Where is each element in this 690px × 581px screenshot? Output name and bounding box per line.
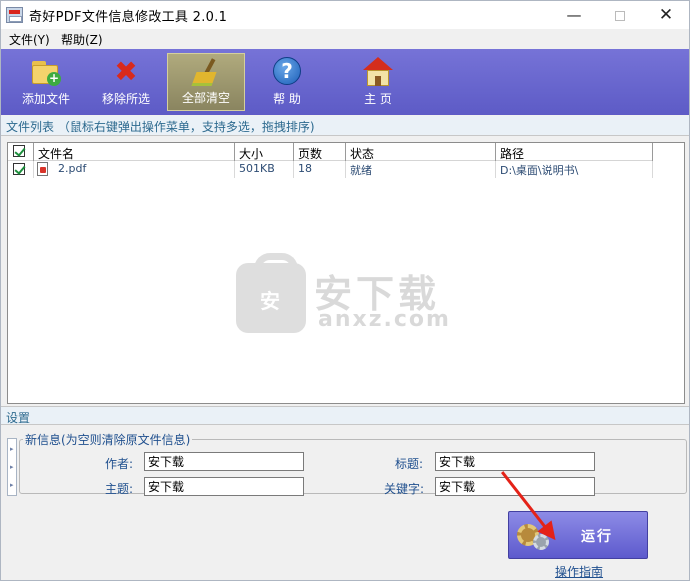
- home-icon: [362, 57, 394, 87]
- row-status: 就绪: [346, 161, 496, 178]
- column-status[interactable]: 状态: [346, 143, 496, 161]
- file-list-header: 文件列表 （鼠标右键弹出操作菜单，支持多选，拖拽排序): [1, 116, 689, 136]
- column-size[interactable]: 大小: [235, 143, 294, 161]
- new-info-group-title: 新信息(为空则清除原文件信息): [23, 431, 193, 448]
- app-logo-icon: [6, 7, 23, 23]
- close-button[interactable]: ✕: [643, 1, 689, 29]
- broom-icon: [190, 58, 222, 88]
- minimize-button[interactable]: —: [551, 1, 597, 29]
- clear-all-button[interactable]: 全部清空: [167, 53, 245, 111]
- column-path[interactable]: 路径: [496, 143, 653, 161]
- watermark-subtext: anxz.com: [318, 307, 451, 332]
- clear-all-label: 全部清空: [181, 91, 230, 105]
- row-size: 501KB: [235, 161, 294, 178]
- select-all-column[interactable]: [8, 143, 34, 161]
- folder-add-icon: +: [30, 57, 62, 87]
- column-pages[interactable]: 页数: [294, 143, 346, 161]
- app-window: 奇好PDF文件信息修改工具 2.0.1 — ✕ 文件(Y) 帮助(Z) + 添加…: [0, 0, 690, 581]
- menu-file[interactable]: 文件(Y): [9, 31, 50, 48]
- help-label: 帮 助: [273, 92, 301, 106]
- home-label: 主 页: [364, 92, 392, 106]
- maximize-icon: [615, 10, 625, 21]
- add-file-button[interactable]: + 添加文件: [7, 53, 85, 111]
- watermark-bag-icon: 安: [236, 253, 306, 333]
- watermark: 安 安下载 anxz.com: [236, 253, 456, 333]
- home-button[interactable]: 主 页: [339, 53, 417, 111]
- table-row[interactable]: 2.pdf 501KB 18 就绪 D:\桌面\说明书\: [8, 161, 653, 178]
- pdf-file-icon: [37, 162, 48, 176]
- select-all-checkbox[interactable]: [13, 145, 25, 157]
- file-list-columns: 文件名 大小 页数 状态 路径: [8, 143, 653, 161]
- remove-selected-button[interactable]: ✖ 移除所选: [87, 53, 165, 111]
- row-pages: 18: [294, 161, 346, 178]
- row-path: D:\桌面\说明书\: [496, 161, 653, 178]
- row-filename: 2.pdf: [58, 162, 87, 175]
- toolbar: + 添加文件 ✖ 移除所选 全部清空 ? 帮 助 主 页: [1, 49, 689, 115]
- help-icon: ?: [273, 57, 301, 85]
- subject-label: 主题:: [105, 482, 134, 496]
- settings-header: 设置: [1, 406, 689, 425]
- menu-bar: 文件(Y) 帮助(Z): [1, 29, 689, 49]
- column-filename[interactable]: 文件名: [34, 143, 235, 161]
- expand-icon: ▸: [10, 445, 14, 453]
- menu-help[interactable]: 帮助(Z): [61, 31, 103, 48]
- remove-selected-label: 移除所选: [101, 92, 150, 106]
- title-input[interactable]: [435, 452, 595, 471]
- author-label: 作者:: [105, 457, 134, 471]
- add-file-label: 添加文件: [21, 92, 70, 106]
- run-label: 运行: [581, 529, 613, 545]
- subject-input[interactable]: [144, 477, 304, 496]
- close-icon: ✕: [658, 5, 674, 25]
- remove-x-icon: ✖: [114, 55, 138, 88]
- keywords-label: 关键字:: [384, 482, 425, 496]
- author-input[interactable]: [144, 452, 304, 471]
- minimize-icon: —: [566, 6, 582, 24]
- collapse-handle[interactable]: ▸ ▸ ▸: [7, 438, 17, 496]
- run-button[interactable]: 运行: [508, 511, 648, 559]
- guide-link[interactable]: 操作指南: [555, 563, 603, 580]
- maximize-button[interactable]: [597, 1, 643, 29]
- title-bar: 奇好PDF文件信息修改工具 2.0.1 — ✕: [1, 1, 689, 29]
- title-label: 标题:: [395, 457, 424, 471]
- row-checkbox[interactable]: [13, 163, 25, 175]
- window-title: 奇好PDF文件信息修改工具 2.0.1: [29, 10, 228, 25]
- help-button[interactable]: ? 帮 助: [248, 53, 326, 111]
